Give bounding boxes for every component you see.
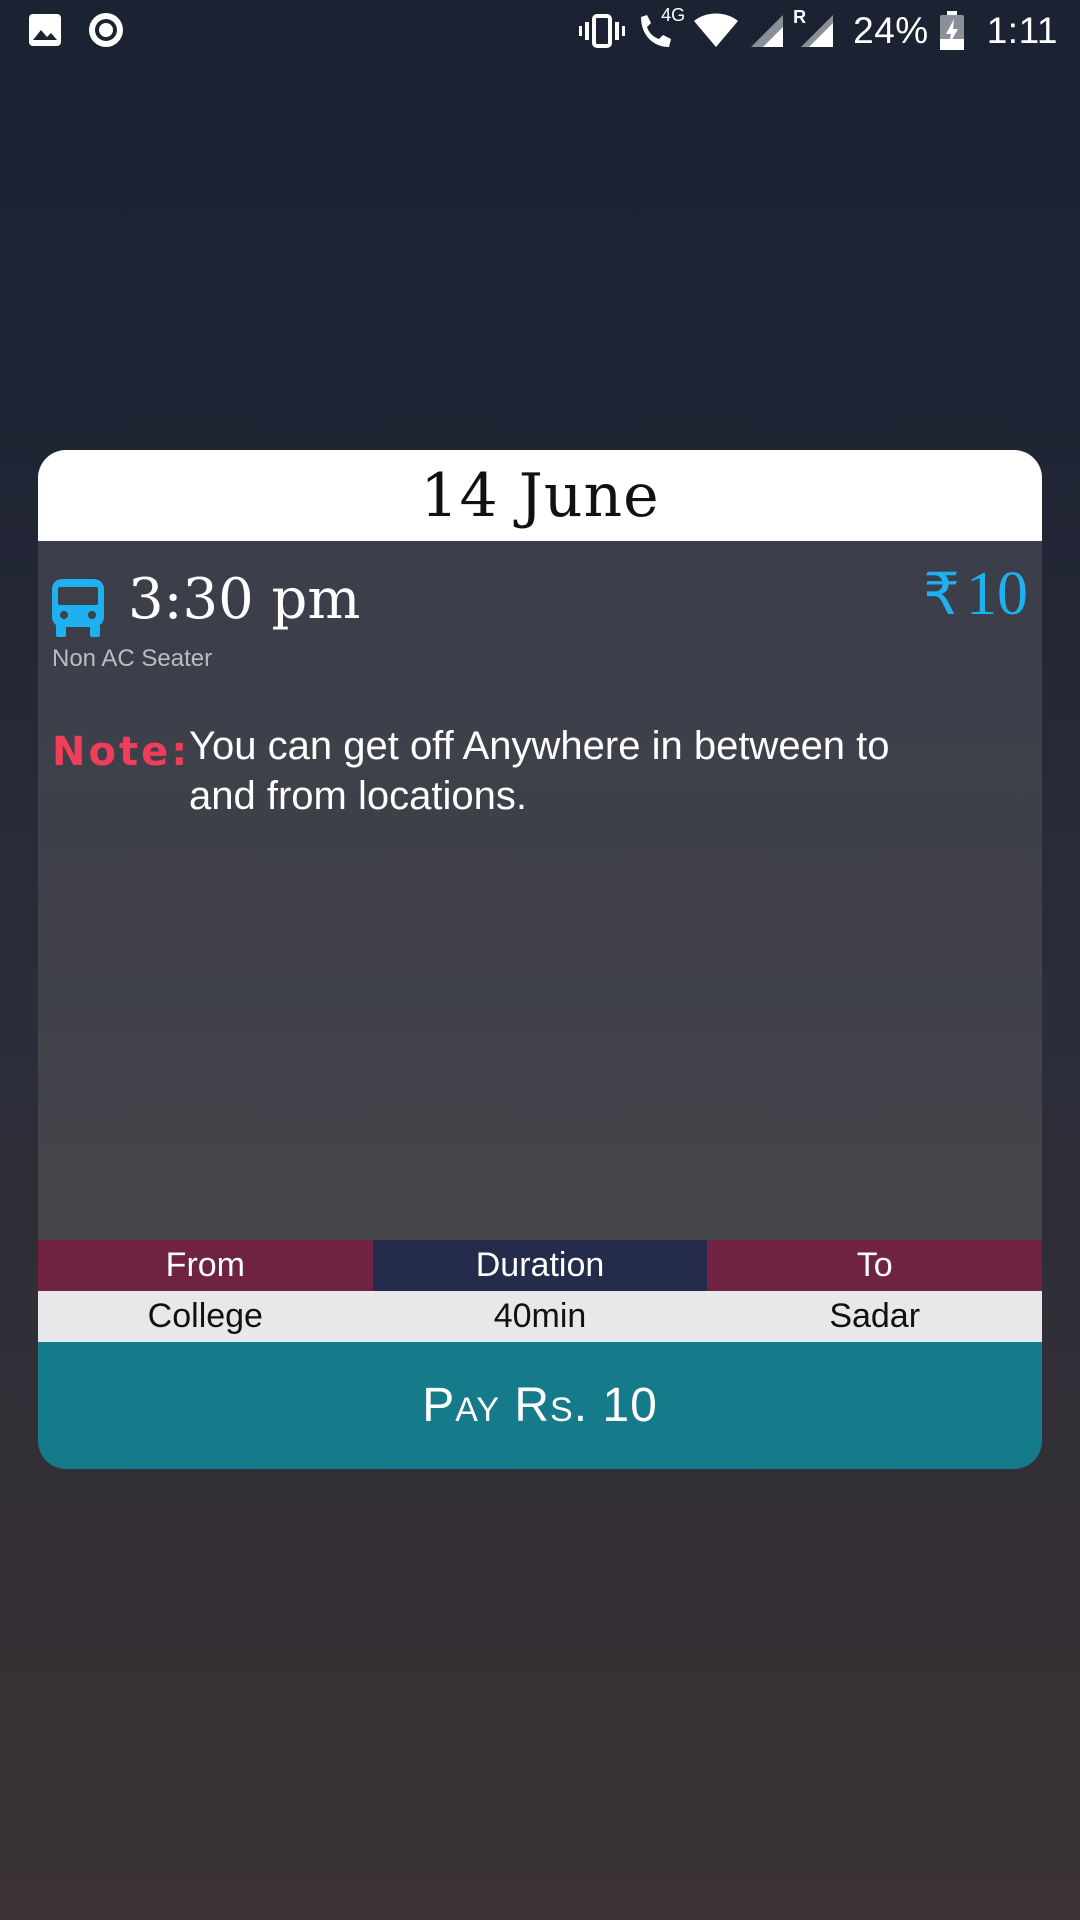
- ticket-header: 14 June: [38, 450, 1042, 541]
- note-label: Note:: [52, 729, 191, 775]
- ticket-details: 3:30 pm Non AC Seater ₹ 10 Note: You can…: [38, 541, 1042, 1240]
- status-right-icons: 4G R 24% 1:11: [579, 5, 1058, 56]
- header-duration: Duration: [372, 1240, 708, 1291]
- from-location: College: [147, 1297, 263, 1335]
- ticket-dialog: 14 June 3:30 pm Non AC Seater ₹ 10 Note:…: [38, 450, 1042, 1469]
- network-type-label: 4G: [661, 5, 686, 25]
- route-table: From Duration To College 40min Sadar: [38, 1240, 1042, 1342]
- bus-type: Non AC Seater: [52, 645, 213, 672]
- clock-time: 1:11: [986, 10, 1058, 51]
- signal-roaming-icon: R: [793, 7, 835, 49]
- ticket-price: ₹ 10: [923, 559, 1028, 630]
- travel-date: 14 June: [420, 460, 660, 531]
- to-location: Sadar: [829, 1297, 921, 1335]
- wifi-icon: [693, 13, 739, 49]
- image-icon: [28, 13, 62, 47]
- signal-icon: [749, 13, 785, 49]
- price-value: 10: [966, 560, 1028, 628]
- note-text: You can get off Anywhere in between to a…: [189, 724, 890, 818]
- rupee-icon: ₹: [923, 560, 960, 628]
- status-left-icons: [28, 12, 124, 48]
- duration-value: 40min: [493, 1297, 587, 1335]
- departure-time: 3:30 pm: [128, 567, 361, 632]
- bus-icon: [50, 577, 106, 639]
- call-icon: 4G: [635, 5, 685, 51]
- status-bar: 4G R 24% 1:11: [0, 0, 1080, 62]
- vibrate-icon: [579, 13, 626, 49]
- route-table-header: From Duration To: [38, 1240, 1042, 1291]
- battery-percent: 24%: [853, 10, 929, 51]
- route-table-values: College 40min Sadar: [38, 1291, 1042, 1342]
- battery-charging-icon: [939, 11, 965, 51]
- pay-button[interactable]: Pay Rs. 10: [38, 1342, 1042, 1469]
- record-icon: [88, 12, 124, 48]
- header-from: From: [38, 1240, 373, 1291]
- header-to: To: [707, 1240, 1042, 1291]
- roaming-label: R: [793, 7, 807, 27]
